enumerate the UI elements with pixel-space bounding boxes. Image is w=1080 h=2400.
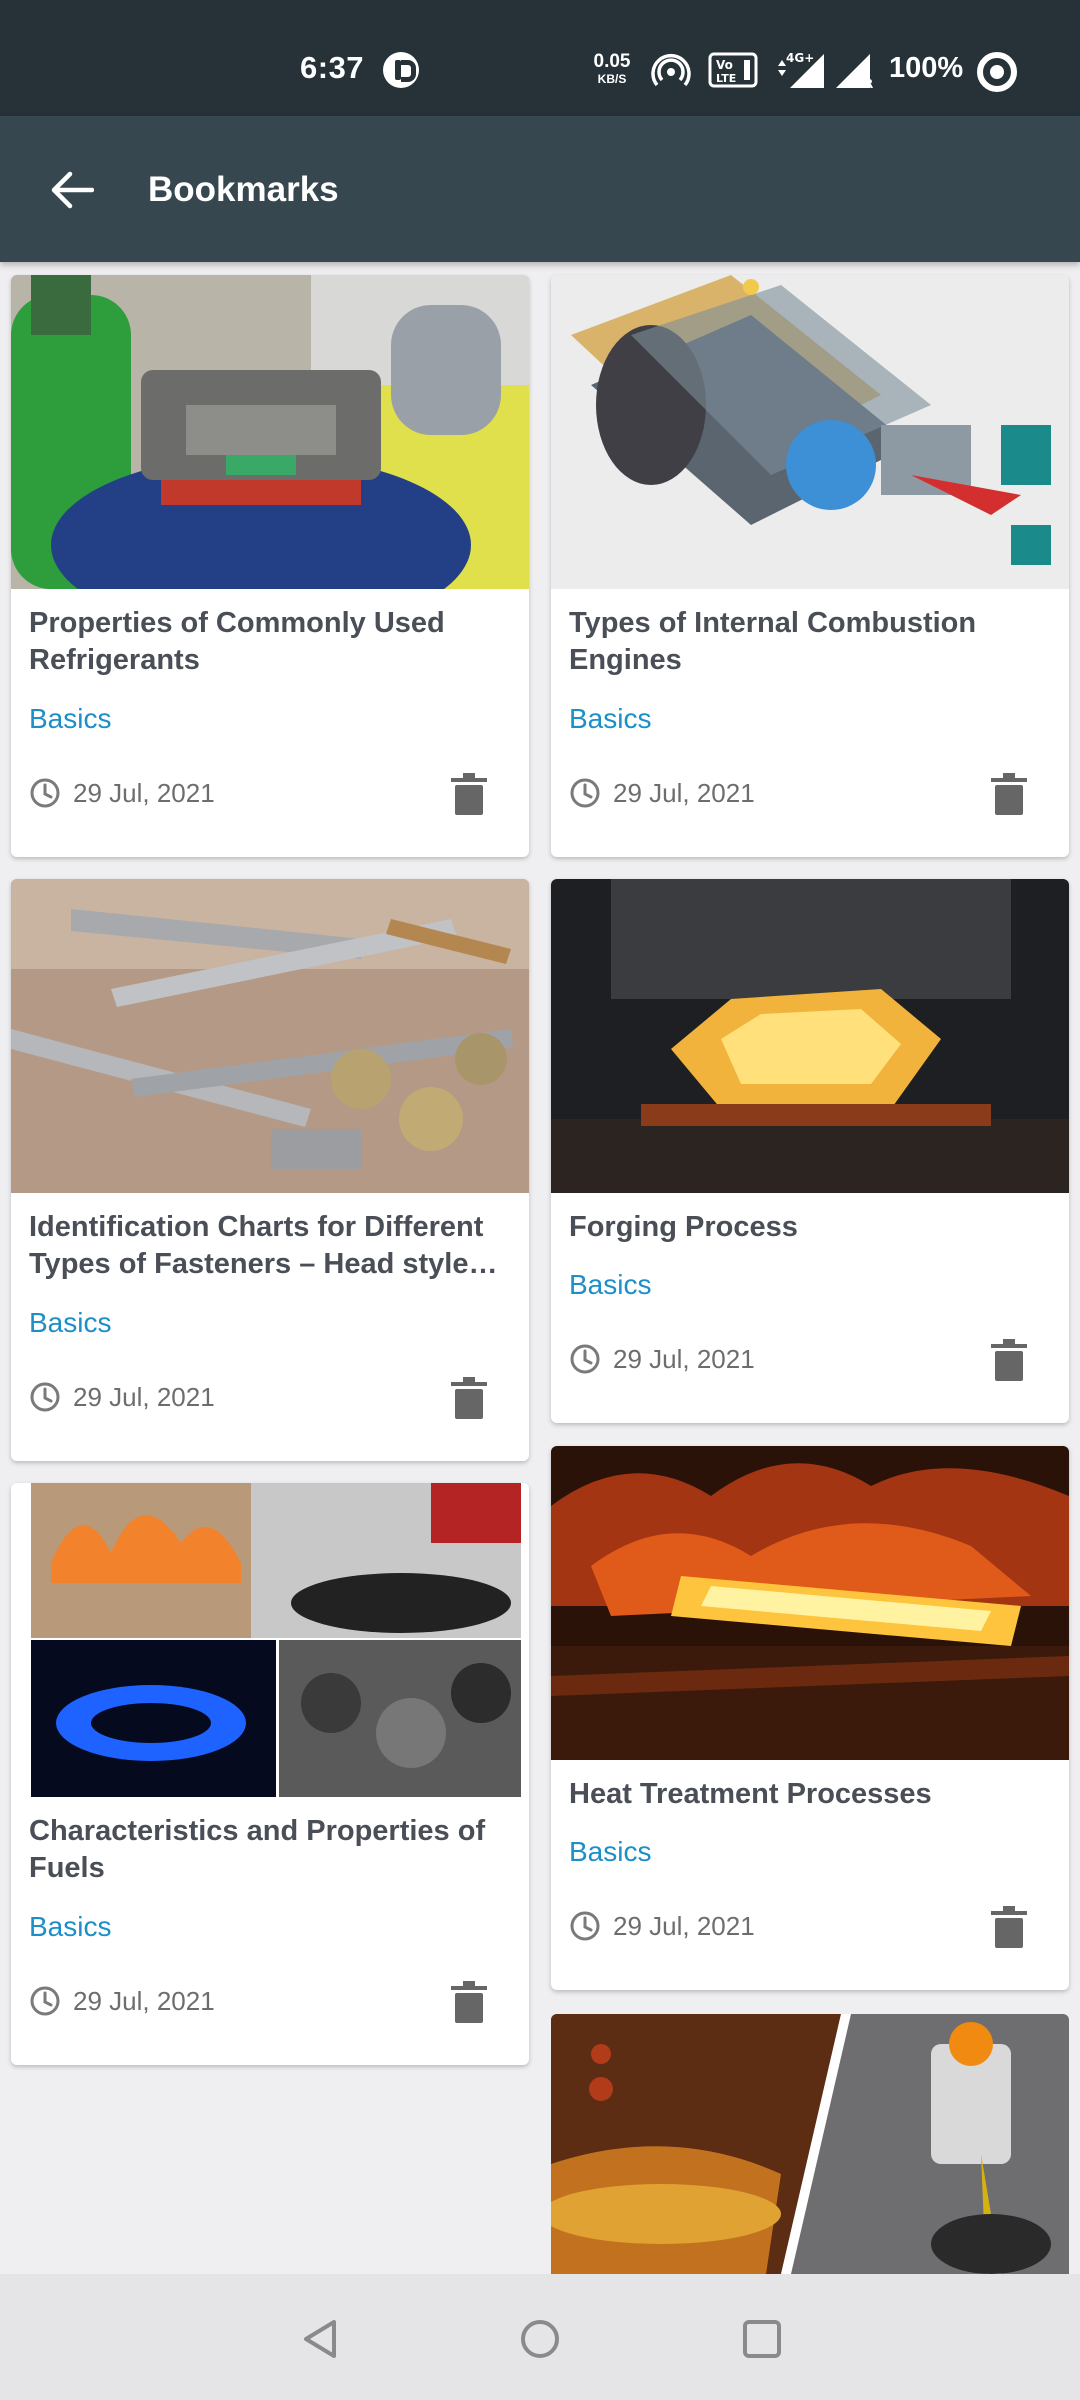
card-meta: 29 Jul, 2021 xyxy=(29,1377,511,1419)
signal-4g-icon: 4G+ xyxy=(778,51,824,88)
card-title: Heat Treatment Processes xyxy=(569,1778,932,1810)
refrigerant-cylinders-image xyxy=(11,275,529,589)
clock-icon xyxy=(570,1911,600,1941)
battery-ring-icon xyxy=(977,52,1017,92)
bookmark-card[interactable]: Forging Process Basics 29 Jul, 2021 xyxy=(551,879,1069,1423)
volte-icon: Vo LTE xyxy=(708,52,758,88)
card-category[interactable]: Basics xyxy=(569,1836,651,1868)
engine-oil-image xyxy=(551,2014,1069,2274)
clock-icon xyxy=(30,1986,60,2016)
trash-icon[interactable] xyxy=(991,773,1027,815)
system-nav-bar xyxy=(0,2274,1080,2400)
card-meta: 29 Jul, 2021 xyxy=(29,1981,511,2023)
page-title: Bookmarks xyxy=(148,170,339,209)
arrow-left-icon xyxy=(51,171,94,209)
bookmark-card[interactable]: Identification Charts for Different Type… xyxy=(11,879,529,1461)
card-date: 29 Jul, 2021 xyxy=(73,1382,215,1412)
fuels-collage-image xyxy=(11,1483,529,1797)
svg-text:4G+: 4G+ xyxy=(786,51,814,65)
status-bar: 6:37 0.05 KB/S Vo LTE 4G+ R 100% xyxy=(0,0,1080,116)
notification-app-icon xyxy=(383,52,419,88)
network-speed: 0.05 KB/S xyxy=(593,51,631,86)
status-time: 6:37 xyxy=(300,50,365,85)
card-title: Types of Internal Combustion Engines xyxy=(569,607,977,676)
card-meta: 29 Jul, 2021 xyxy=(569,1906,1051,1948)
trash-icon[interactable] xyxy=(451,773,487,815)
card-category[interactable]: Basics xyxy=(569,1269,651,1301)
card-meta: 29 Jul, 2021 xyxy=(569,1339,1051,1381)
bookmark-card[interactable]: Types of Internal Combustion Engines Bas… xyxy=(551,275,1069,857)
card-title: Properties of Commonly Used Refrigerants xyxy=(29,607,445,676)
card-date: 29 Jul, 2021 xyxy=(73,1986,215,2016)
triangle-back-icon[interactable] xyxy=(296,2314,346,2364)
clock-icon xyxy=(570,1344,600,1374)
app-bar: Bookmarks xyxy=(0,116,1080,262)
card-meta: 29 Jul, 2021 xyxy=(569,773,1051,815)
svg-text:Vo: Vo xyxy=(716,58,733,72)
circle-home-icon[interactable] xyxy=(515,2314,565,2364)
bookmark-card-partial[interactable] xyxy=(551,2014,1069,2274)
card-date: 29 Jul, 2021 xyxy=(613,1911,755,1941)
engine-cutaway-image xyxy=(551,275,1069,589)
square-recents-icon[interactable] xyxy=(737,2314,787,2364)
card-category[interactable]: Basics xyxy=(29,1911,111,1943)
trash-icon[interactable] xyxy=(451,1981,487,2023)
card-title: Forging Process xyxy=(569,1211,798,1243)
card-date: 29 Jul, 2021 xyxy=(613,778,755,808)
bookmark-card[interactable]: Properties of Commonly Used Refrigerants… xyxy=(11,275,529,857)
bookmark-card[interactable]: Heat Treatment Processes Basics 29 Jul, … xyxy=(551,1446,1069,1990)
trash-icon[interactable] xyxy=(451,1377,487,1419)
bookmark-card[interactable]: Characteristics and Properties of Fuels … xyxy=(11,1483,529,2065)
svg-text:LTE: LTE xyxy=(716,72,736,85)
card-title: Identification Charts for Different Type… xyxy=(29,1211,498,1280)
card-category[interactable]: Basics xyxy=(569,703,651,735)
trash-icon[interactable] xyxy=(991,1906,1027,1948)
svg-text:R: R xyxy=(864,77,873,90)
heat-treatment-image xyxy=(551,1446,1069,1760)
card-meta: 29 Jul, 2021 xyxy=(29,773,511,815)
clock-icon xyxy=(30,1382,60,1412)
trash-icon[interactable] xyxy=(991,1339,1027,1381)
card-date: 29 Jul, 2021 xyxy=(73,778,215,808)
fasteners-image xyxy=(11,879,529,1193)
card-category[interactable]: Basics xyxy=(29,703,111,735)
signal-roaming-icon: R xyxy=(836,54,873,90)
battery-percent: 100% xyxy=(889,52,964,84)
card-date: 29 Jul, 2021 xyxy=(613,1344,755,1374)
card-category[interactable]: Basics xyxy=(29,1307,111,1339)
clock-icon xyxy=(570,778,600,808)
card-title: Characteristics and Properties of Fuels xyxy=(29,1815,486,1884)
clock-icon xyxy=(30,778,60,808)
back-button[interactable] xyxy=(44,164,100,216)
forging-image xyxy=(551,879,1069,1193)
hotspot-icon xyxy=(651,54,691,87)
